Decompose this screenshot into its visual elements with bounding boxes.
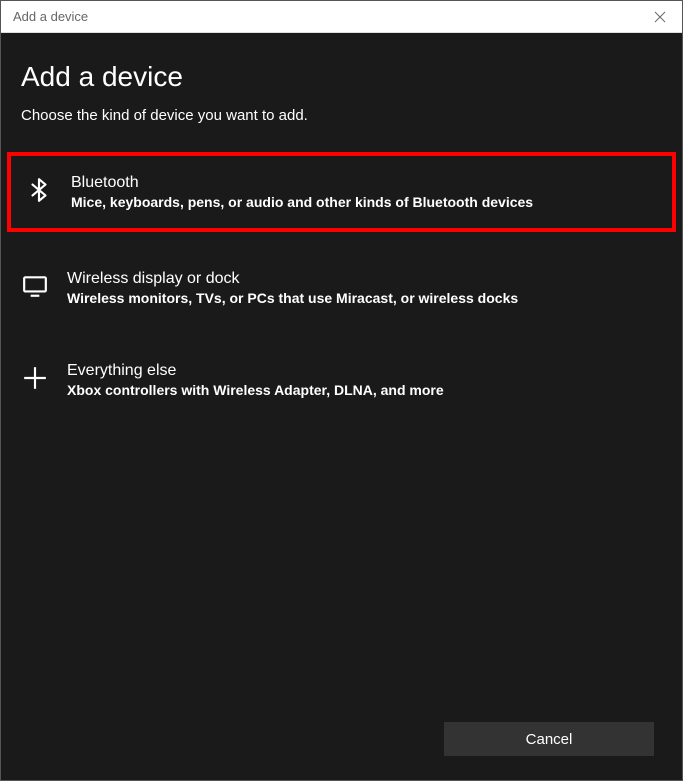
monitor-icon <box>21 272 49 300</box>
page-subtitle: Choose the kind of device you want to ad… <box>1 107 682 124</box>
cancel-button[interactable]: Cancel <box>444 722 654 756</box>
option-text: Wireless display or dock Wireless monito… <box>67 270 518 306</box>
option-everything-else[interactable]: Everything else Xbox controllers with Wi… <box>1 344 682 416</box>
footer: Cancel <box>1 698 682 780</box>
titlebar-title: Add a device <box>13 9 88 24</box>
option-bluetooth[interactable]: Bluetooth Mice, keyboards, pens, or audi… <box>7 152 676 232</box>
close-button[interactable] <box>650 7 670 27</box>
option-title: Everything else <box>67 362 444 380</box>
device-options-list: Bluetooth Mice, keyboards, pens, or audi… <box>1 152 682 436</box>
option-title: Bluetooth <box>71 174 533 192</box>
option-description: Wireless monitors, TVs, or PCs that use … <box>67 290 518 306</box>
plus-icon <box>21 364 49 392</box>
close-icon <box>654 11 666 23</box>
option-title: Wireless display or dock <box>67 270 518 288</box>
add-device-window: Add a device Add a device Choose the kin… <box>0 0 683 781</box>
option-wireless-display[interactable]: Wireless display or dock Wireless monito… <box>1 252 682 324</box>
option-text: Everything else Xbox controllers with Wi… <box>67 362 444 398</box>
bluetooth-icon <box>25 176 53 204</box>
option-description: Xbox controllers with Wireless Adapter, … <box>67 382 444 398</box>
option-text: Bluetooth Mice, keyboards, pens, or audi… <box>71 174 533 210</box>
page-title: Add a device <box>1 61 682 93</box>
titlebar: Add a device <box>1 1 682 33</box>
option-description: Mice, keyboards, pens, or audio and othe… <box>71 194 533 210</box>
content-area: Add a device Choose the kind of device y… <box>1 33 682 780</box>
